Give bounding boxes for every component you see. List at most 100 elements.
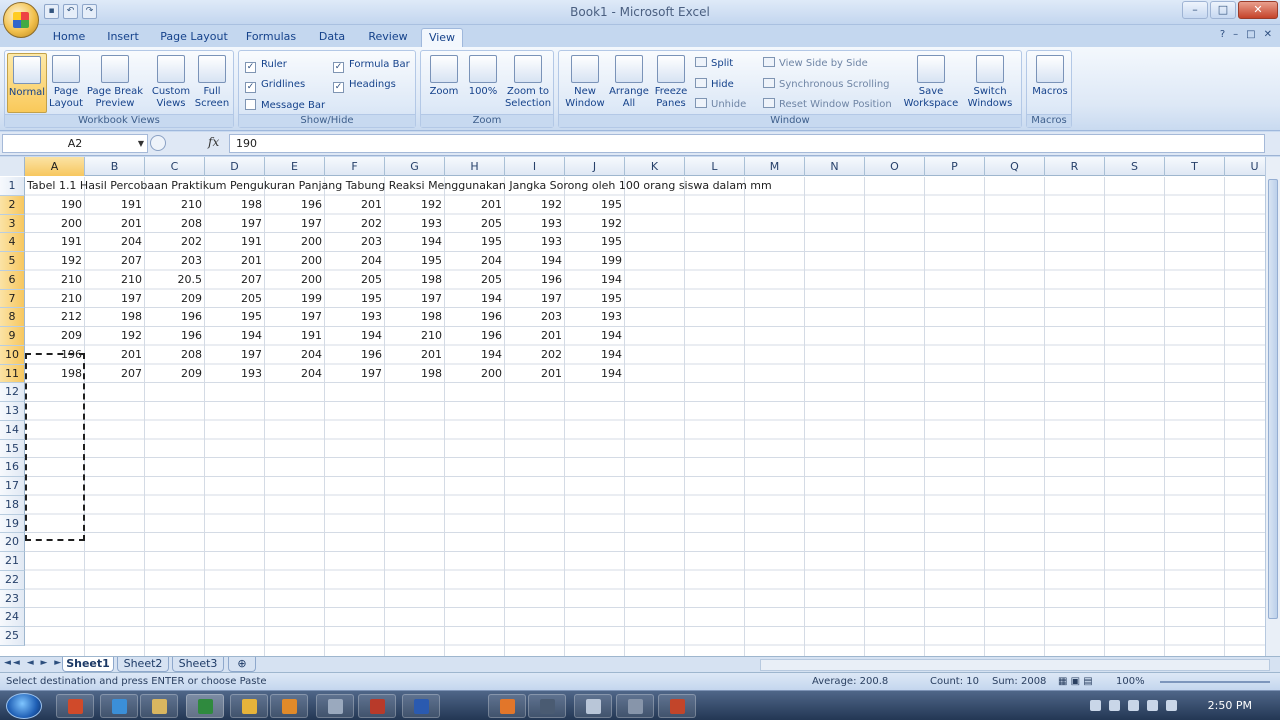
data-cell[interactable]: 195 [445,233,505,252]
ribbon-close-icon[interactable]: ✕ [1264,29,1272,40]
column-header[interactable]: R [1045,157,1105,176]
data-cell[interactable]: 196 [325,346,385,365]
data-cell[interactable]: 195 [385,252,445,271]
row-header[interactable]: 1 [0,177,25,196]
ruler-checkbox[interactable]: ✓ Ruler [245,57,287,73]
message-bar-checkbox[interactable]: Message Bar [245,98,325,113]
data-cell[interactable]: 201 [445,196,505,215]
data-cell[interactable]: 190 [25,196,85,215]
row-header[interactable]: 5 [0,252,25,271]
data-cell[interactable]: 201 [85,215,145,234]
data-cell[interactable]: 203 [145,252,205,271]
tray-icon[interactable] [1128,700,1139,711]
data-cell[interactable]: 201 [385,346,445,365]
data-cell[interactable]: 194 [205,327,265,346]
data-cell[interactable]: 191 [205,233,265,252]
data-cell[interactable]: 198 [385,308,445,327]
column-header[interactable]: T [1165,157,1225,176]
row-header[interactable]: 4 [0,233,25,252]
data-cell[interactable]: 194 [505,252,565,271]
taskbar-app-14[interactable] [658,694,696,718]
data-cell[interactable]: 209 [145,365,205,384]
taskbar-app-11[interactable] [528,694,566,718]
formula-input[interactable]: 190 [229,134,1265,153]
office-button[interactable] [3,2,39,38]
data-cell[interactable]: 192 [565,215,625,234]
data-cell[interactable]: 20.5 [145,271,205,290]
row-header[interactable]: 15 [0,439,25,459]
network-icon[interactable] [1166,700,1177,711]
data-cell[interactable]: 203 [325,233,385,252]
arrange-all-button[interactable]: Arrange All [607,53,651,110]
data-cell[interactable]: 195 [565,233,625,252]
row-header[interactable]: 8 [0,308,25,327]
data-cell[interactable]: 205 [445,215,505,234]
data-cell[interactable]: 193 [505,215,565,234]
data-cell[interactable]: 196 [445,327,505,346]
row-header[interactable]: 20 [0,533,25,552]
sheet-title-cell[interactable]: Tabel 1.1 Hasil Percobaan Praktikum Peng… [25,177,775,196]
column-header[interactable]: B [85,157,145,176]
column-header[interactable]: N [805,157,865,176]
data-cell[interactable]: 201 [505,365,565,384]
data-cell[interactable]: 193 [325,308,385,327]
data-cell[interactable]: 200 [265,233,325,252]
view-mode-icons[interactable]: ▦ ▣ ▤ [1058,676,1093,687]
data-cell[interactable]: 194 [385,233,445,252]
data-cell[interactable]: 205 [325,271,385,290]
data-cell[interactable]: 197 [265,308,325,327]
column-header[interactable]: Q [985,157,1045,176]
column-header[interactable]: F [325,157,385,176]
data-cell[interactable]: 210 [145,196,205,215]
column-header[interactable]: M [745,157,805,176]
column-header[interactable]: A [25,157,85,176]
data-cell[interactable]: 210 [385,327,445,346]
scroll-thumb[interactable] [1268,179,1278,619]
data-cell[interactable]: 201 [205,252,265,271]
data-cell[interactable]: 210 [25,290,85,309]
data-cell[interactable]: 201 [85,346,145,365]
data-cell[interactable]: 192 [85,327,145,346]
synchronous-scrolling-button[interactable]: Synchronous Scrolling [763,77,890,92]
data-cell[interactable]: 203 [505,308,565,327]
row-header[interactable]: 25 [0,627,25,646]
data-cell[interactable]: 202 [505,346,565,365]
data-cell[interactable]: 200 [265,252,325,271]
taskbar-app-1[interactable] [56,694,94,718]
data-cell[interactable]: 208 [145,215,205,234]
zoom-slider[interactable] [1160,681,1270,683]
tab-home[interactable]: Home [47,28,91,47]
help-icon[interactable]: ? [1220,29,1225,40]
data-cell[interactable]: 202 [325,215,385,234]
taskbar-app-10[interactable] [488,694,526,718]
sheet-tab-1[interactable]: Sheet1 [62,657,114,672]
data-cell[interactable]: 194 [565,346,625,365]
formula-bar-checkbox[interactable]: ✓ Formula Bar [333,57,410,73]
sheet-tab-3[interactable]: Sheet3 [172,657,224,672]
row-header[interactable]: 17 [0,477,25,496]
data-cell[interactable]: 198 [385,365,445,384]
data-cell[interactable]: 210 [85,271,145,290]
tab-view[interactable]: View [421,28,463,47]
column-header[interactable]: K [625,157,685,176]
minimize-button[interactable]: – [1182,1,1208,19]
data-cell[interactable]: 192 [505,196,565,215]
tab-formulas[interactable]: Formulas [241,28,301,47]
column-header[interactable]: C [145,157,205,176]
tab-page-layout[interactable]: Page Layout [158,28,230,47]
taskbar-app-2[interactable] [100,694,138,718]
new-window-button[interactable]: New Window [563,53,607,110]
data-cell[interactable]: 194 [565,327,625,346]
data-cell[interactable]: 200 [445,365,505,384]
data-cell[interactable]: 194 [565,271,625,290]
data-cell[interactable]: 191 [85,196,145,215]
data-cell[interactable]: 209 [145,290,205,309]
row-header[interactable]: 24 [0,608,25,627]
taskbar-app-3[interactable] [140,694,178,718]
data-cell[interactable]: 209 [25,327,85,346]
data-cell[interactable]: 197 [205,346,265,365]
data-cell[interactable]: 192 [385,196,445,215]
insert-function-icon[interactable]: fx [208,135,219,149]
tab-data[interactable]: Data [313,28,351,47]
split-button[interactable]: Split [695,56,733,71]
